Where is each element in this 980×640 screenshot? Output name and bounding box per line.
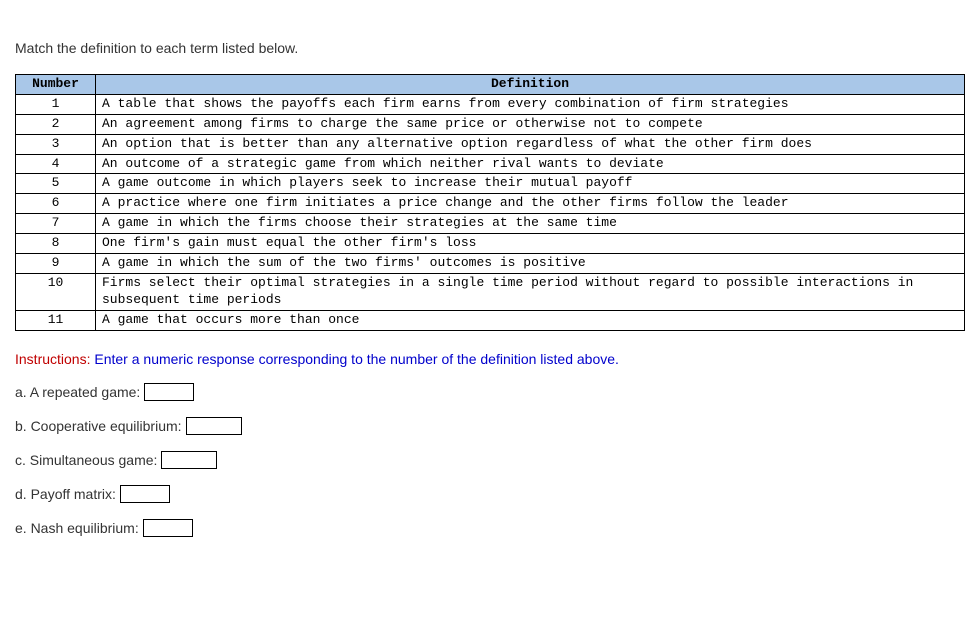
question-label: c. Simultaneous game:: [15, 452, 157, 468]
row-num: 9: [16, 254, 96, 274]
row-def: Firms select their optimal strategies in…: [96, 273, 965, 310]
answer-input-d[interactable]: [120, 485, 170, 503]
question-label: e. Nash equilibrium:: [15, 520, 139, 536]
row-num: 7: [16, 214, 96, 234]
question-b: b. Cooperative equilibrium:: [15, 417, 965, 435]
row-num: 4: [16, 154, 96, 174]
row-num: 6: [16, 194, 96, 214]
header-definition: Definition: [96, 75, 965, 95]
instructions-label: Instructions:: [15, 351, 90, 367]
row-num: 1: [16, 94, 96, 114]
question-a: a. A repeated game:: [15, 383, 965, 401]
question-label: a. A repeated game:: [15, 384, 140, 400]
row-num: 5: [16, 174, 96, 194]
table-row: 6 A practice where one firm initiates a …: [16, 194, 965, 214]
question-d: d. Payoff matrix:: [15, 485, 965, 503]
table-row: 1 A table that shows the payoffs each fi…: [16, 94, 965, 114]
row-def: One firm's gain must equal the other fir…: [96, 234, 965, 254]
table-row: 10 Firms select their optimal strategies…: [16, 273, 965, 310]
row-num: 2: [16, 114, 96, 134]
answer-input-a[interactable]: [144, 383, 194, 401]
table-row: 9 A game in which the sum of the two fir…: [16, 254, 965, 274]
row-num: 11: [16, 310, 96, 330]
question-label: d. Payoff matrix:: [15, 486, 116, 502]
definitions-table: Number Definition 1 A table that shows t…: [15, 74, 965, 331]
row-def: An option that is better than any altern…: [96, 134, 965, 154]
row-def: An outcome of a strategic game from whic…: [96, 154, 965, 174]
row-num: 3: [16, 134, 96, 154]
row-def: A game in which the sum of the two firms…: [96, 254, 965, 274]
prompt-text: Match the definition to each term listed…: [15, 40, 965, 56]
instructions-text: Enter a numeric response corresponding t…: [90, 351, 618, 367]
row-def: A practice where one firm initiates a pr…: [96, 194, 965, 214]
answer-input-e[interactable]: [143, 519, 193, 537]
header-number: Number: [16, 75, 96, 95]
question-c: c. Simultaneous game:: [15, 451, 965, 469]
table-row: 3 An option that is better than any alte…: [16, 134, 965, 154]
table-row: 4 An outcome of a strategic game from wh…: [16, 154, 965, 174]
row-def: A game that occurs more than once: [96, 310, 965, 330]
table-row: 2 An agreement among firms to charge the…: [16, 114, 965, 134]
instructions: Instructions: Enter a numeric response c…: [15, 351, 965, 367]
row-def: A game in which the firms choose their s…: [96, 214, 965, 234]
row-def: A game outcome in which players seek to …: [96, 174, 965, 194]
question-label: b. Cooperative equilibrium:: [15, 418, 182, 434]
table-row: 5 A game outcome in which players seek t…: [16, 174, 965, 194]
row-num: 8: [16, 234, 96, 254]
answer-input-c[interactable]: [161, 451, 217, 469]
row-num: 10: [16, 273, 96, 310]
table-row: 7 A game in which the firms choose their…: [16, 214, 965, 234]
row-def: An agreement among firms to charge the s…: [96, 114, 965, 134]
row-def: A table that shows the payoffs each firm…: [96, 94, 965, 114]
question-e: e. Nash equilibrium:: [15, 519, 965, 537]
answer-input-b[interactable]: [186, 417, 242, 435]
table-row: 11 A game that occurs more than once: [16, 310, 965, 330]
table-row: 8 One firm's gain must equal the other f…: [16, 234, 965, 254]
